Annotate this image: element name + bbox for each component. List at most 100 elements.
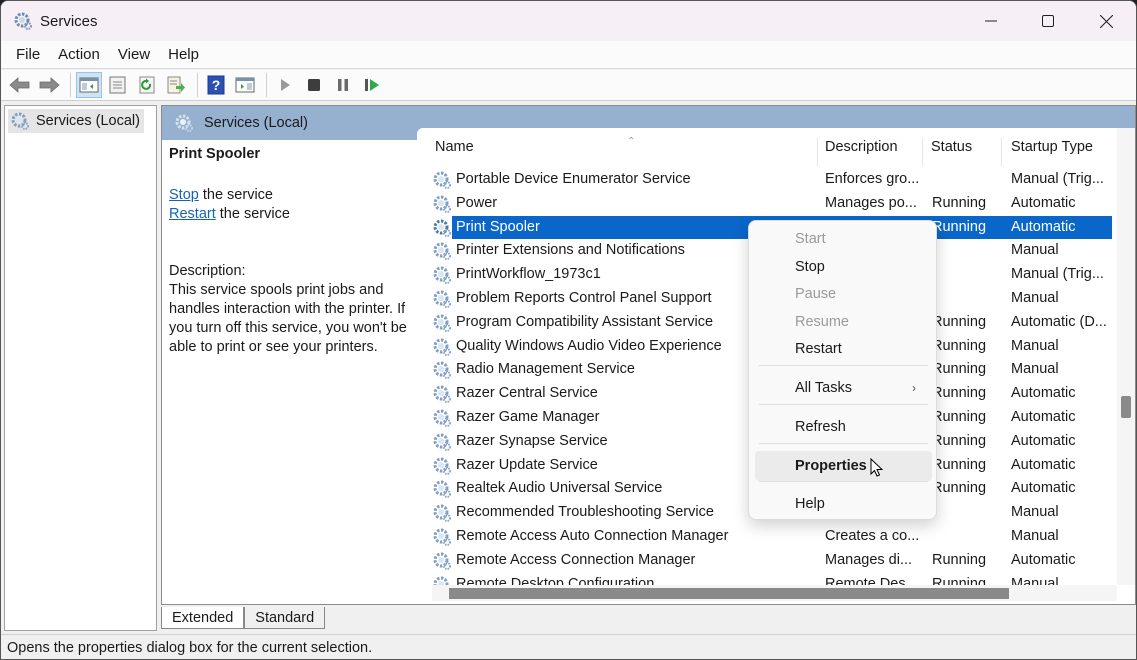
service-gear-icon xyxy=(433,195,451,213)
stop-service-text: the service xyxy=(198,187,273,203)
context-menu-item-label: Help xyxy=(795,496,825,512)
service-status: Running xyxy=(932,456,987,473)
context-menu-item-start: Start xyxy=(755,224,932,254)
menu-help[interactable]: Help xyxy=(159,46,208,63)
service-startup-type: Automatic xyxy=(1011,456,1076,473)
export-list-button[interactable] xyxy=(163,72,189,98)
maximize-button[interactable] xyxy=(1019,1,1077,41)
refresh-icon xyxy=(139,76,155,94)
service-startup-type: Automatic (D... xyxy=(1011,313,1107,330)
context-menu-item-label: Resume xyxy=(795,314,849,330)
context-menu-item-refresh[interactable]: Refresh xyxy=(755,412,932,442)
restart-service-text: the service xyxy=(215,206,290,222)
start-service-button[interactable] xyxy=(272,72,298,98)
help-button[interactable]: ? xyxy=(203,72,229,98)
title-bar: Services xyxy=(1,1,1136,41)
tab-standard[interactable]: Standard xyxy=(244,607,326,629)
services-gear-icon xyxy=(14,12,32,30)
toolbar: ? xyxy=(1,70,1136,101)
refresh-button[interactable] xyxy=(134,72,160,98)
back-button[interactable] xyxy=(7,72,33,98)
menu-view[interactable]: View xyxy=(109,46,159,63)
forward-icon xyxy=(39,77,60,93)
service-status: Running xyxy=(932,337,987,354)
close-icon xyxy=(1099,14,1113,28)
service-startup-type: Manual xyxy=(1011,337,1059,354)
view-tabs: Extended Standard xyxy=(161,607,326,631)
context-menu-item-stop[interactable]: Stop xyxy=(755,252,932,282)
service-gear-icon xyxy=(433,361,451,380)
forward-button[interactable] xyxy=(36,72,62,98)
tab-extended[interactable]: Extended xyxy=(161,607,245,629)
service-startup-type: Automatic xyxy=(1011,194,1076,211)
context-menu-item-label: Refresh xyxy=(795,419,846,435)
menu-action[interactable]: Action xyxy=(49,46,109,63)
service-gear-icon xyxy=(433,409,451,427)
tree-item-services-local[interactable]: Services (Local) xyxy=(8,109,144,133)
services-panel: Services (Local) Print Spooler Stop the … xyxy=(161,105,1136,605)
stop-service-line: Stop the service xyxy=(169,186,419,205)
service-row[interactable]: Remote Access Connection Manager Manages … xyxy=(417,549,1117,573)
service-row[interactable]: Portable Device Enumerator Service Enforc… xyxy=(417,168,1117,192)
column-header-description[interactable]: Description xyxy=(817,128,922,166)
vertical-scroll-thumb[interactable] xyxy=(1121,396,1131,418)
horizontal-scrollbar[interactable] xyxy=(432,585,1117,601)
service-startup-type: Manual xyxy=(1011,527,1059,544)
restart-service-line: Restart the service xyxy=(169,205,419,224)
context-menu-item-all-tasks[interactable]: All Tasks › xyxy=(755,373,932,403)
help-icon: ? xyxy=(207,75,225,95)
context-menu-item-restart[interactable]: Restart xyxy=(755,334,932,364)
pause-service-button[interactable] xyxy=(330,72,356,98)
column-header-status[interactable]: Status xyxy=(923,128,1001,166)
service-description: Manages po... xyxy=(825,194,917,211)
service-row[interactable]: Power Manages po... Running Automatic xyxy=(417,192,1117,216)
context-menu-separator xyxy=(759,404,928,405)
pause-service-icon xyxy=(338,79,348,91)
description-text: This service spools print jobs and handl… xyxy=(169,282,407,355)
column-header-name[interactable]: Name ⌃ xyxy=(427,128,817,166)
context-menu-item-properties[interactable]: Properties xyxy=(755,451,932,481)
console-tree: Services (Local) xyxy=(4,105,157,631)
window-title: Services xyxy=(40,12,98,30)
menu-file[interactable]: File xyxy=(7,46,49,63)
horizontal-scroll-thumb[interactable] xyxy=(449,588,1009,599)
column-header-label: Name xyxy=(435,139,474,155)
restart-service-link[interactable]: Restart xyxy=(169,206,216,222)
context-menu: Start Stop Pause Resume Restart All Tasks › Ref… xyxy=(748,220,937,520)
minimize-button[interactable] xyxy=(962,1,1020,41)
service-gear-icon xyxy=(433,171,451,189)
context-menu-separator xyxy=(759,481,928,482)
service-row[interactable]: Remote Desktop Configuration Remote Des..… xyxy=(417,573,1117,585)
back-icon xyxy=(9,77,30,93)
column-header-startup-type[interactable]: Startup Type xyxy=(1003,128,1113,166)
menu-bar: File Action View Help xyxy=(1,41,1136,69)
extended-detail-pane: Print Spooler Stop the service Restart t… xyxy=(169,146,419,357)
context-menu-separator xyxy=(759,365,928,366)
show-hide-console-tree-button[interactable] xyxy=(76,72,102,98)
minimize-icon xyxy=(985,20,997,22)
context-menu-item-help[interactable]: Help xyxy=(755,489,932,519)
service-gear-icon xyxy=(433,528,451,546)
service-startup-type: Automatic xyxy=(1011,408,1076,425)
toolbar-separator xyxy=(70,73,71,97)
service-status: Running xyxy=(932,385,987,402)
stop-service-button[interactable] xyxy=(301,72,327,98)
service-row[interactable]: Remote Access Auto Connection Manager Cre… xyxy=(417,525,1117,549)
service-description: Remote Des... xyxy=(825,575,918,585)
services-panel-title: Services (Local) xyxy=(204,115,308,131)
properties-button[interactable] xyxy=(105,72,131,98)
service-gear-icon xyxy=(433,552,451,570)
service-name: Portable Device Enumerator Service xyxy=(456,171,691,187)
services-window: Services File Action View Help ? Service… xyxy=(0,0,1137,660)
service-status: Running xyxy=(932,432,987,449)
vertical-scrollbar[interactable] xyxy=(1117,128,1135,585)
stop-service-link[interactable]: Stop xyxy=(169,187,199,203)
column-header-label: Description xyxy=(825,139,898,155)
restart-service-button[interactable] xyxy=(359,72,385,98)
service-description: Creates a co... xyxy=(825,527,920,544)
context-menu-item-label: Stop xyxy=(795,259,825,275)
show-hide-action-pane-button[interactable] xyxy=(232,72,258,98)
close-button[interactable] xyxy=(1077,1,1135,41)
column-separator[interactable] xyxy=(1001,138,1002,166)
service-status: Running xyxy=(932,218,987,235)
